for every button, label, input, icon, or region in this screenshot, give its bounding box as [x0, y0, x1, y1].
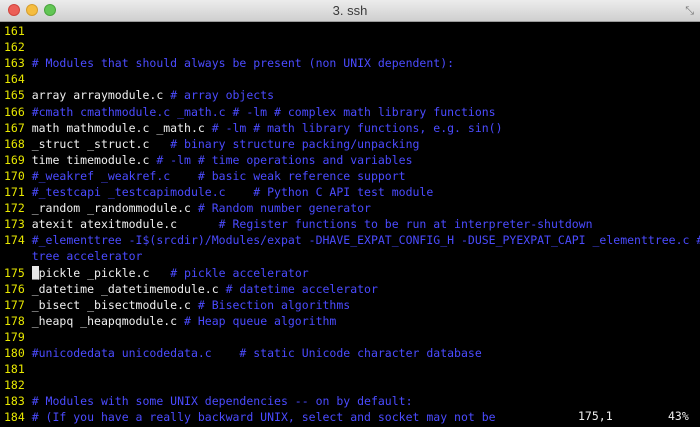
terminal-line: 165 array arraymodule.c # array objects	[4, 87, 274, 103]
comment-text: # Modules that should always be present …	[31, 56, 455, 71]
comment-text: # datetime accelerator	[225, 281, 378, 296]
comment-text: tree accelerator	[31, 249, 143, 264]
title-bar[interactable]: 3. ssh ⤡	[0, 0, 700, 22]
line-number: 167	[4, 120, 32, 135]
terminal-line: 162	[4, 39, 32, 55]
fullscreen-icon[interactable]: ⤡	[685, 4, 694, 18]
line-number: 162	[4, 40, 32, 55]
terminal-line: tree accelerator	[4, 248, 143, 264]
code-text: _struct _struct.c	[31, 136, 171, 151]
comment-text: # -lm # math library functions, e.g. sin…	[211, 120, 503, 135]
line-number: 175	[4, 265, 32, 280]
terminal-line: 179	[4, 329, 32, 345]
line-number: 164	[4, 72, 32, 87]
code-text: math mathmodule.c _math.c	[31, 120, 212, 135]
line-number: 184	[4, 410, 32, 425]
comment-text: # array objects	[170, 88, 275, 103]
terminal-line: 182	[4, 377, 32, 393]
line-number: 172	[4, 201, 32, 216]
comment-text: #_weakref _weakref.c # basic weak refere…	[31, 168, 406, 183]
terminal-line: 170 #_weakref _weakref.c # basic weak re…	[4, 168, 406, 184]
terminal-line: 163 # Modules that should always be pres…	[4, 55, 454, 71]
terminal-line: 166 #cmath cmathmodule.c _math.c # -lm #…	[4, 104, 496, 120]
code-text: array arraymodule.c	[31, 88, 171, 103]
terminal-line: 168 _struct _struct.c # binary structure…	[4, 136, 419, 152]
terminal-line: 183 # Modules with some UNIX dependencie…	[4, 393, 413, 409]
comment-text: # -lm # time operations and variables	[156, 152, 413, 167]
comment-text: # Bisection algorithms	[197, 297, 351, 312]
comment-text: # Modules with some UNIX dependencies --…	[31, 394, 413, 409]
comment-text: #unicodedata unicodedata.c # static Unic…	[31, 346, 482, 360]
line-number: 174	[4, 233, 32, 248]
terminal-line: 164	[4, 71, 32, 87]
line-number: 176	[4, 281, 32, 296]
code-text: time timemodule.c	[31, 152, 157, 167]
line-number: 178	[4, 313, 32, 328]
cursor-position: 175,1	[578, 409, 613, 423]
terminal-line: 174 #_elementtree -I$(srcdir)/Modules/ex…	[4, 232, 700, 248]
line-number: 169	[4, 152, 32, 167]
comment-text: # pickle accelerator	[170, 265, 309, 280]
terminal-line: 169 time timemodule.c # -lm # time opera…	[4, 152, 413, 168]
terminal-line: 167 math mathmodule.c _math.c # -lm # ma…	[4, 120, 503, 136]
comment-text: # binary structure packing/unpacking	[170, 136, 420, 151]
terminal-line: 176 _datetime _datetimemodule.c # dateti…	[4, 281, 378, 297]
comment-text: #cmath cmathmodule.c _math.c # -lm # com…	[31, 104, 496, 119]
comment-text: #_testcapi _testcapimodule.c # Python C …	[31, 185, 434, 199]
line-number: 168	[4, 136, 32, 151]
line-number: 173	[4, 217, 32, 232]
terminal-line: 184 # (If you have a really backward UNI…	[4, 409, 496, 425]
line-number: 165	[4, 88, 32, 103]
line-number: 177	[4, 297, 32, 312]
code-text: pickle _pickle.c	[38, 265, 171, 280]
line-number: 180	[4, 346, 32, 360]
terminal-line: 175 _pickle _pickle.c # pickle accelerat…	[4, 265, 309, 281]
terminal-line: 180 #unicodedata unicodedata.c # static …	[4, 345, 482, 361]
terminal-line: 178 _heapq _heapqmodule.c # Heap queue a…	[4, 313, 336, 329]
text-cursor: _	[31, 265, 39, 280]
comment-text: # (If you have a really backward UNIX, s…	[31, 410, 496, 425]
comment-text: # Random number generator	[197, 201, 371, 216]
terminal-line: 172 _random _randommodule.c # Random num…	[4, 200, 371, 216]
terminal-line: 173 atexit atexitmodule.c # Register fun…	[4, 216, 593, 232]
line-number: 166	[4, 104, 32, 119]
code-text: _heapq _heapqmodule.c	[31, 313, 185, 328]
terminal-line: 171 #_testcapi _testcapimodule.c # Pytho…	[4, 184, 433, 200]
line-number: 171	[4, 185, 32, 199]
code-text: _datetime _datetimemodule.c	[31, 281, 226, 296]
terminal-line: 181	[4, 361, 32, 377]
comment-text: # Heap queue algorithm	[184, 313, 337, 328]
line-number: 179	[4, 329, 32, 344]
comment-text: #_elementtree -I$(srcdir)/Modules/expat …	[31, 233, 700, 248]
code-text: _bisect _bisectmodule.c	[31, 297, 198, 312]
code-text: atexit atexitmodule.c	[31, 217, 219, 232]
line-number	[4, 249, 32, 263]
terminal-line: 161	[4, 23, 32, 39]
comment-text: # Register functions to be run at interp…	[218, 217, 593, 232]
scroll-percent: 43%	[668, 409, 689, 423]
line-number: 161	[4, 24, 32, 38]
line-number: 170	[4, 168, 32, 183]
code-text: _random _randommodule.c	[31, 201, 198, 216]
line-number: 163	[4, 56, 32, 71]
window-title: 3. ssh	[332, 3, 368, 18]
line-number: 183	[4, 394, 32, 409]
terminal-window: 3. ssh ⤡ 175,1 43% 161 162 163 # Modules…	[0, 0, 700, 427]
terminal-content[interactable]: 175,1 43% 161 162 163 # Modules that sho…	[0, 22, 700, 427]
terminal-line: 177 _bisect _bisectmodule.c # Bisection …	[4, 297, 350, 313]
line-number: 181	[4, 362, 32, 377]
line-number: 182	[4, 378, 32, 393]
